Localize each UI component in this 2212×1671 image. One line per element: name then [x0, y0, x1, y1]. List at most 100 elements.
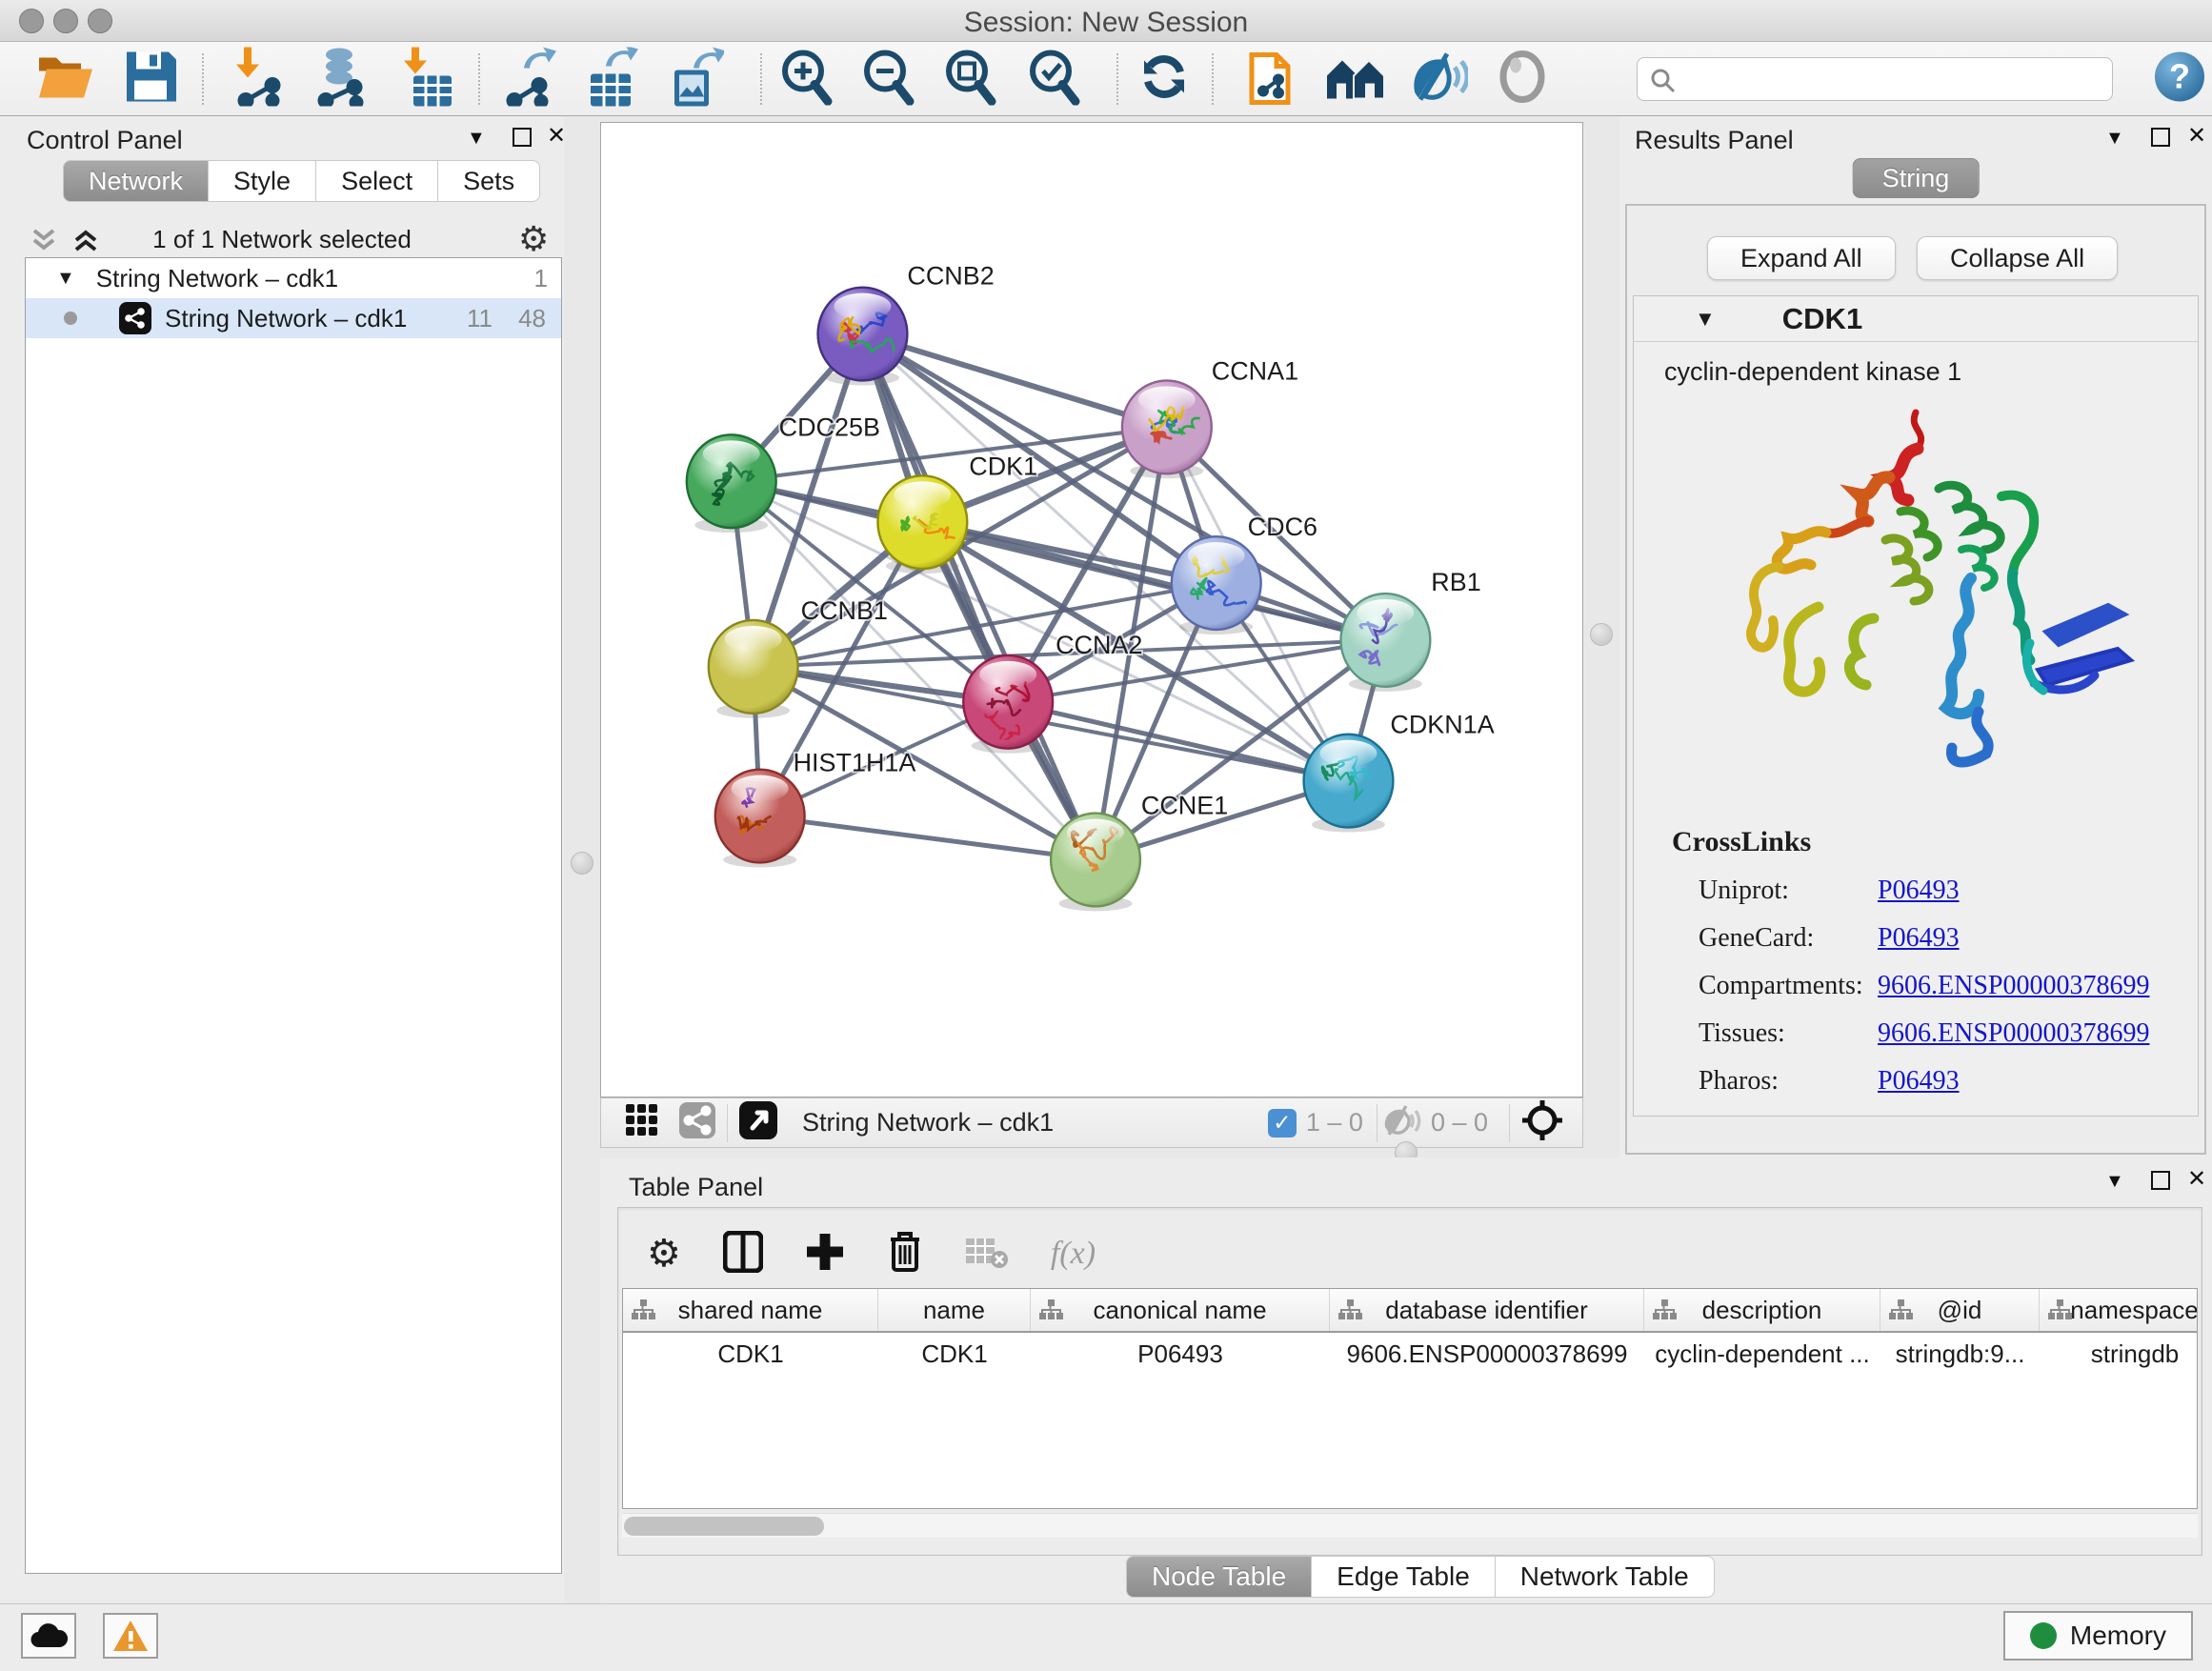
crosslink-link[interactable]: P06493 [1878, 923, 1960, 954]
network-node-hist1h1a[interactable]: HIST1H1A [715, 749, 916, 868]
add-column-icon[interactable] [805, 1232, 845, 1277]
import-network-database-icon[interactable] [312, 47, 370, 111]
float-panel-icon[interactable] [513, 128, 532, 147]
home-icon[interactable] [1325, 50, 1388, 107]
zoom-in-icon[interactable] [778, 48, 834, 110]
bottom-splitter[interactable] [600, 1148, 1583, 1158]
tab-edge-table[interactable]: Edge Table [1312, 1556, 1496, 1598]
table-settings-gear-icon[interactable]: ⚙ [647, 1232, 681, 1276]
tab-select[interactable]: Select [316, 160, 438, 202]
function-builder-icon[interactable]: f(x) [1051, 1236, 1096, 1272]
table-panel-title: Table Panel [629, 1173, 763, 1202]
collapse-caret-icon[interactable]: ▼ [56, 268, 75, 290]
float-panel-icon[interactable] [2151, 1171, 2170, 1190]
gear-icon[interactable]: ⚙ [518, 219, 549, 259]
node-label: RB1 [1431, 568, 1480, 596]
table-row[interactable]: CDK1CDK1P064939606.ENSP00000378699cyclin… [623, 1333, 2197, 1375]
cloud-button[interactable] [21, 1613, 76, 1659]
grid-view-icon[interactable] [626, 1104, 658, 1141]
column-header-namespace[interactable]: namespace [2040, 1289, 2198, 1331]
table-cell[interactable]: 9606.ENSP00000378699 [1330, 1333, 1644, 1375]
network-edge[interactable] [1008, 702, 1348, 781]
import-table-icon[interactable] [400, 47, 453, 111]
export-network-icon[interactable] [501, 47, 558, 111]
show-columns-icon[interactable] [723, 1231, 763, 1278]
network-edge[interactable] [862, 334, 1166, 428]
table-cell[interactable]: stringdb:9... [1880, 1333, 2040, 1375]
crosslink-link[interactable]: 9606.ENSP00000378699 [1878, 1018, 2149, 1049]
collapse-all-button[interactable]: Collapse All [1917, 236, 2118, 280]
table-cell[interactable]: cyclin-dependent ... [1644, 1333, 1880, 1375]
help-icon[interactable]: ? [2153, 50, 2206, 108]
network-node-cdkn1a[interactable]: CDKN1A [1304, 711, 1495, 833]
hide-display-icon[interactable] [1409, 50, 1468, 108]
zoom-fit-icon[interactable] [942, 48, 997, 110]
network-canvas[interactable]: CCNB2CCNA1CDC25BCDK1CDC6RB1CCNB1CCNA2CDK… [600, 122, 1583, 1097]
save-session-icon[interactable] [125, 50, 176, 108]
table-cell[interactable]: CDK1 [878, 1333, 1031, 1375]
current-network-dot-icon [64, 312, 77, 325]
import-network-file-icon[interactable] [231, 47, 288, 111]
collapse-caret-icon[interactable]: ▼ [1695, 307, 1716, 332]
network-collection-row[interactable]: ▼ String Network – cdk1 1 [26, 258, 561, 298]
crosslink-link[interactable]: P06493 [1878, 876, 1960, 906]
column-header-shared-name[interactable]: shared name [623, 1289, 878, 1331]
share-view-icon[interactable] [679, 1102, 715, 1143]
tab-string[interactable]: String [1853, 158, 1980, 198]
tab-network[interactable]: Network [63, 160, 209, 202]
right-splitter[interactable] [1583, 116, 1619, 1158]
network-node-ccnb1[interactable]: CCNB1 [709, 596, 888, 718]
export-image-icon[interactable] [667, 47, 724, 111]
gene-section-header[interactable]: ▼ CDK1 [1634, 296, 2198, 342]
crosslink-link[interactable]: P06493 [1878, 1066, 1960, 1097]
panel-menu-icon[interactable]: ▼ [467, 128, 486, 150]
zoom-selected-icon[interactable] [1026, 48, 1081, 110]
zoom-out-icon[interactable] [860, 48, 915, 110]
refresh-icon[interactable] [1136, 49, 1192, 109]
tab-network-table[interactable]: Network Table [1496, 1556, 1715, 1598]
left-splitter[interactable] [564, 116, 600, 1603]
birdseye-view-icon[interactable] [739, 1101, 777, 1144]
delete-table-icon[interactable] [965, 1235, 1009, 1274]
table-cell[interactable]: CDK1 [623, 1333, 878, 1375]
memory-button[interactable]: Memory [2003, 1611, 2193, 1661]
delete-column-trash-icon[interactable] [887, 1230, 923, 1278]
open-session-icon[interactable] [35, 50, 94, 108]
tab-sets[interactable]: Sets [438, 160, 540, 202]
crosshair-icon[interactable] [1521, 1099, 1563, 1146]
warning-button[interactable] [103, 1613, 158, 1659]
node-table[interactable]: shared namenamecanonical namedatabase id… [622, 1288, 2198, 1509]
panel-menu-icon[interactable]: ▼ [2105, 1171, 2124, 1193]
float-panel-icon[interactable] [2151, 128, 2170, 147]
column-header-name[interactable]: name [878, 1289, 1031, 1331]
table-cell[interactable]: stringdb [2040, 1333, 2198, 1375]
column-header-description[interactable]: description [1644, 1289, 1880, 1331]
tab-node-table[interactable]: Node Table [1126, 1556, 1312, 1598]
close-panel-icon[interactable]: ✕ [2187, 1165, 2206, 1193]
column-header-canonical-name[interactable]: canonical name [1031, 1289, 1330, 1331]
selected-checkbox-icon[interactable]: ✓ [1268, 1109, 1297, 1137]
node-label: CCNB2 [907, 262, 994, 291]
expand-all-button[interactable]: Expand All [1707, 236, 1896, 280]
network-edge[interactable] [760, 816, 1096, 860]
tab-style[interactable]: Style [209, 160, 316, 202]
network-node-cdc25b[interactable]: CDC25B [687, 413, 880, 533]
close-panel-icon[interactable]: ✕ [2187, 122, 2206, 150]
network-row[interactable]: String Network – cdk1 11 48 [26, 298, 561, 338]
scrollbar-thumb[interactable] [624, 1517, 824, 1536]
crosslink-link[interactable]: 9606.ENSP00000378699 [1878, 971, 2149, 1001]
panel-menu-icon[interactable]: ▼ [2105, 128, 2124, 150]
network-node-ccne1[interactable]: CCNE1 [1051, 792, 1228, 912]
network-node-ccna1[interactable]: CCNA1 [1122, 356, 1298, 478]
column-header-database-identifier[interactable]: database identifier [1330, 1289, 1644, 1331]
string-document-icon[interactable] [1242, 47, 1296, 111]
network-node-cdk1[interactable]: CDK1 [877, 452, 1037, 574]
show-display-icon[interactable] [1497, 50, 1548, 108]
hidden-eye-icon[interactable] [1381, 1104, 1421, 1141]
search-input[interactable] [1637, 57, 2113, 101]
table-cell[interactable]: P06493 [1031, 1333, 1330, 1375]
table-horizontal-scrollbar[interactable] [622, 1513, 2198, 1538]
network-node-rb1[interactable]: RB1 [1340, 568, 1480, 692]
column-header-id[interactable]: @id [1880, 1289, 2040, 1331]
export-table-icon[interactable] [583, 47, 640, 111]
